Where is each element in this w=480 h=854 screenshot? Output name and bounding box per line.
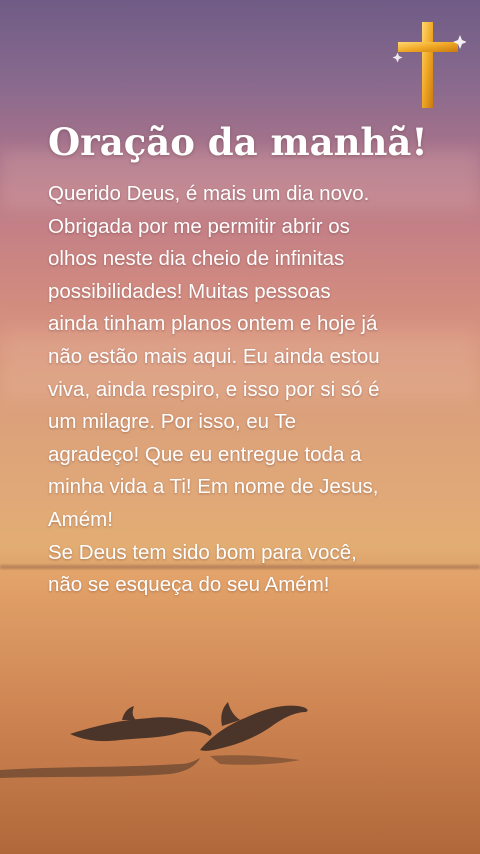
prayer-title: Oração da manhã! — [48, 120, 428, 164]
dolphins-silhouette — [0, 702, 308, 778]
blessing-line: não se esqueça do seu Amém! — [48, 573, 330, 597]
prayer-line: um milagre. Por isso, eu Te — [48, 410, 297, 434]
prayer-line: Querido Deus, é mais um dia novo. — [48, 182, 370, 205]
golden-cross-icon — [392, 22, 466, 108]
prayer-line: minha vida a Ti! Em nome de Jesus, — [48, 475, 379, 499]
prayer-line: viva, ainda respiro, e isso por si só é — [48, 377, 380, 401]
background-image: Oração da manhã! Querido Deus, é mais um… — [0, 0, 480, 854]
prayer-line: Amém! — [48, 507, 113, 531]
prayer-line: agradeço! Que eu entregue toda a — [48, 442, 362, 466]
prayer-line: Obrigada por me permitir abrir os — [48, 214, 350, 238]
prayer-line: possibilidades! Muitas pessoas — [48, 279, 331, 303]
prayer-line: olhos neste dia cheio de infinitas — [48, 247, 345, 271]
prayer-text: Querido Deus, é mais um dia novo. Obriga… — [48, 178, 468, 602]
prayer-line: ainda tinham planos ontem e hoje já — [48, 312, 378, 336]
blessing-line: Se Deus tem sido bom para você, — [48, 540, 357, 564]
prayer-line: não estão mais aqui. Eu ainda estou — [48, 344, 380, 368]
